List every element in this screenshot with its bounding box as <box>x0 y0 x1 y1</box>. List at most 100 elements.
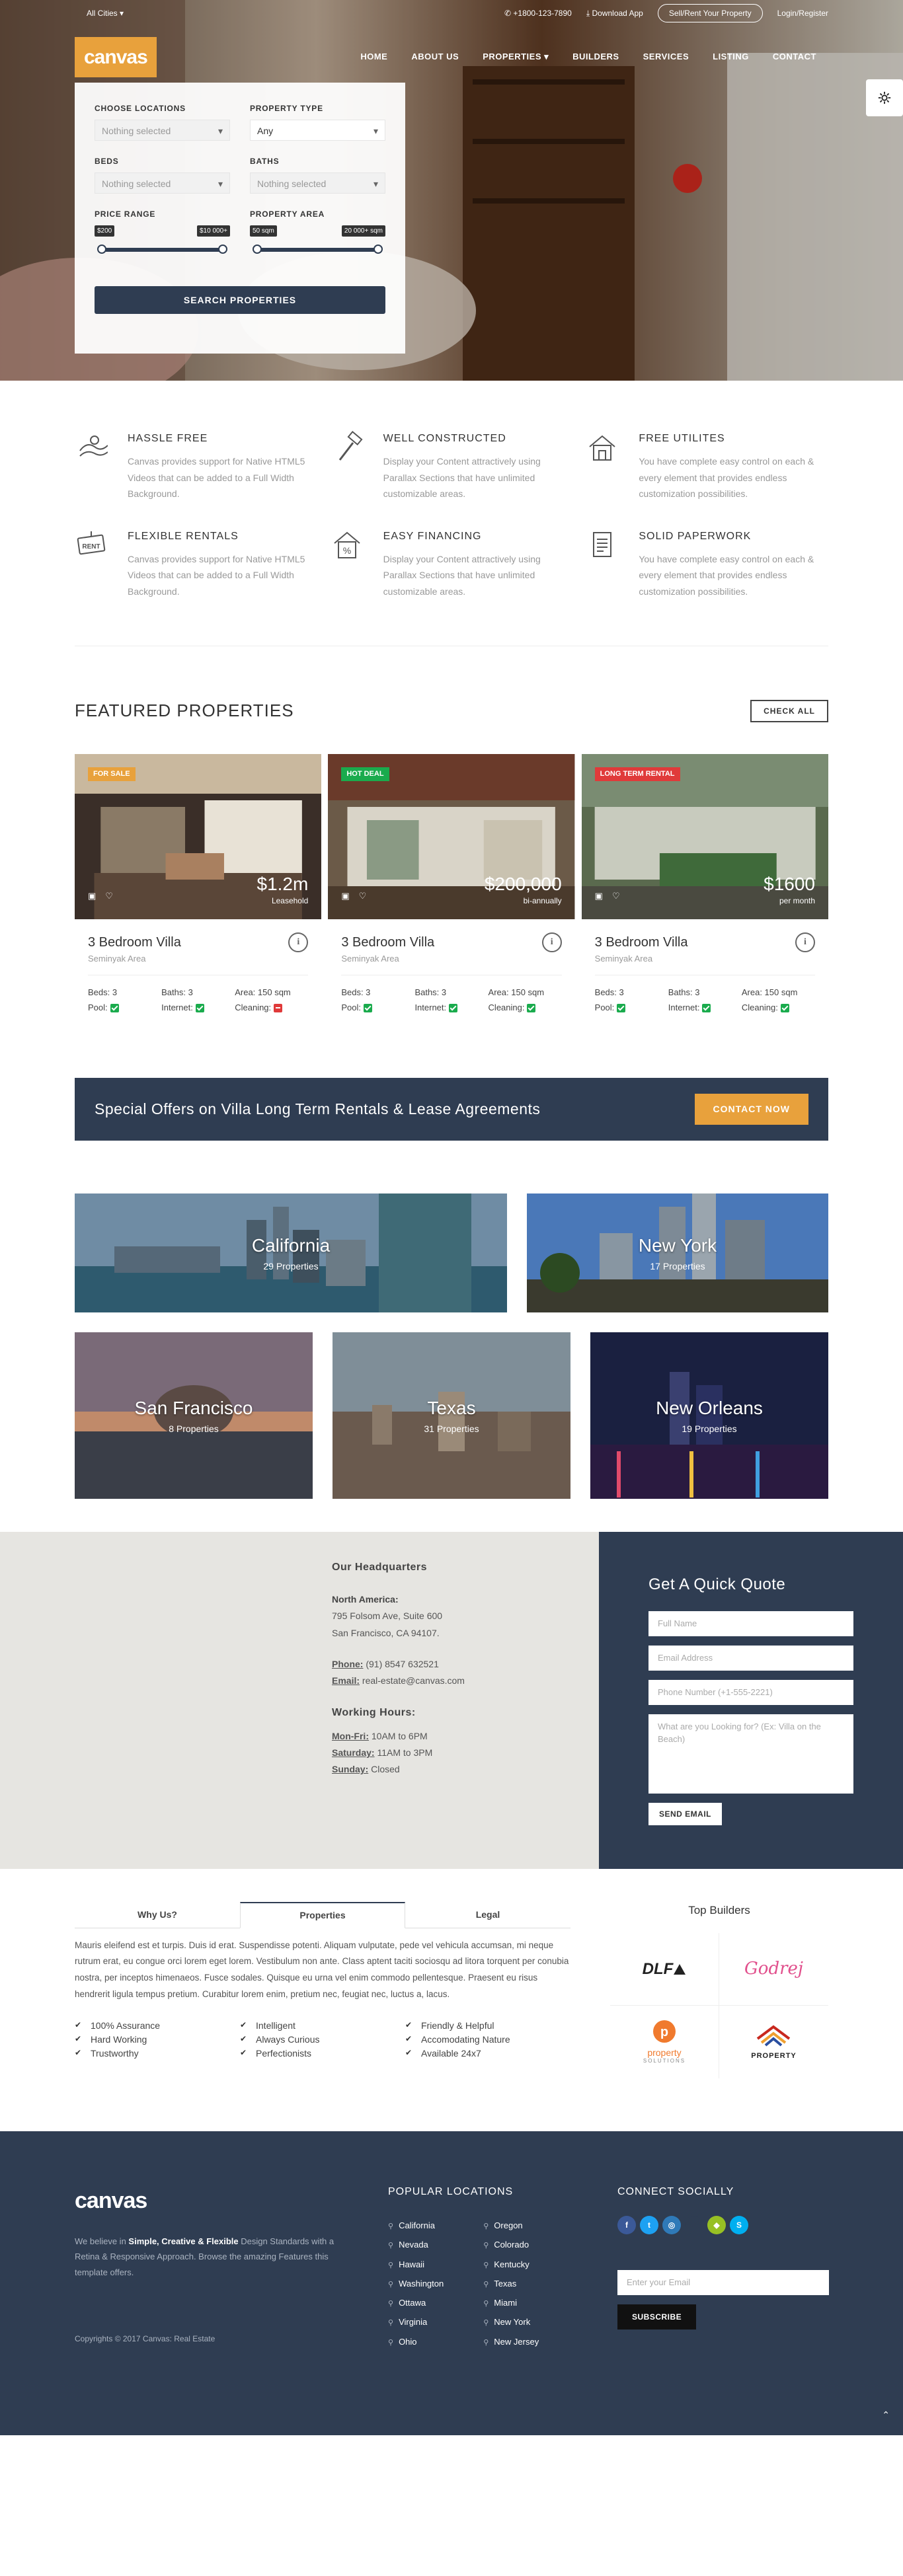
footer-location-link[interactable]: Hawaii <box>388 2255 444 2274</box>
logo[interactable]: canvas <box>75 36 157 77</box>
full-name-input[interactable]: Full Name <box>648 1610 853 1636</box>
tab-properties[interactable]: Properties <box>240 1901 405 1928</box>
property-image[interactable]: HOT DEAL ▣ ♡ $200,000 bi-annually <box>328 754 575 919</box>
login-register-link[interactable]: Login/Register <box>777 7 828 19</box>
footer-about: We believe in Simple, Creative & Flexibl… <box>75 2234 352 2280</box>
footer-location-link[interactable]: California <box>388 2216 444 2235</box>
property-image[interactable]: FOR SALE ▣ ♡ $1.2m Leasehold <box>75 754 322 919</box>
internet-check-icon <box>702 1004 711 1013</box>
footer-location-link[interactable]: Miami <box>483 2293 539 2312</box>
builder-logo-property-solutions[interactable]: p property SOLUTIONS <box>610 2006 719 2078</box>
phone-link[interactable]: ✆ +1800-123-7890 <box>504 7 572 19</box>
beds-count: Beds: 3 <box>594 987 624 997</box>
search-properties-button[interactable]: SEARCH PROPERTIES <box>95 286 385 314</box>
nav-item-about[interactable]: ABOUT US <box>399 50 471 63</box>
dribbble-icon[interactable]: ◎ <box>662 2216 681 2234</box>
facebook-icon[interactable]: f <box>617 2216 636 2234</box>
price-period: per month <box>779 896 815 905</box>
property-title[interactable]: 3 Bedroom Villa <box>595 932 815 952</box>
tab-why-us[interactable]: Why Us? <box>75 1902 240 1928</box>
nav-item-services[interactable]: SERVICES <box>631 50 701 63</box>
property-card[interactable]: HOT DEAL ▣ ♡ $200,000 bi-annually 3 Bedroo… <box>328 754 575 1014</box>
copyright: Copyrights © 2017 Canvas: Real Estate <box>75 2334 216 2344</box>
builder-logo-godrej[interactable]: Godrej <box>719 1933 828 2006</box>
property-title[interactable]: 3 Bedroom Villa <box>88 932 308 952</box>
special-offer-banner: Special Offers on Villa Long Term Rental… <box>75 1077 828 1141</box>
location-card[interactable]: Texas 31 Properties <box>333 1332 570 1499</box>
location-card[interactable]: New Orleans 19 Properties <box>590 1332 828 1499</box>
nav-item-properties[interactable]: PROPERTIES ▾ <box>471 50 561 63</box>
property-badge: HOT DEAL <box>341 767 389 781</box>
footer-location-link[interactable]: New Jersey <box>483 2332 539 2351</box>
area-max-handle[interactable] <box>373 245 383 254</box>
property-type-select[interactable]: Any <box>250 120 385 141</box>
footer-location-link[interactable]: Virginia <box>388 2312 444 2331</box>
footer-location-link[interactable]: New York <box>483 2312 539 2331</box>
download-app-link[interactable]: ⤓ Download App <box>586 7 643 19</box>
area-range-slider[interactable]: 50 sqm 20 000+ sqm <box>250 225 385 258</box>
gallery-icon[interactable]: ▣ <box>88 890 96 903</box>
nav-item-home[interactable]: HOME <box>348 50 399 63</box>
back-to-top-icon[interactable]: ⌃ <box>882 2408 890 2422</box>
heart-icon[interactable]: ♡ <box>612 890 620 903</box>
footer-logo[interactable]: canvas <box>75 2184 388 2218</box>
footer-location-link[interactable]: Texas <box>483 2274 539 2293</box>
info-icon[interactable]: i <box>541 932 562 952</box>
footer-location-link[interactable]: Kentucky <box>483 2255 539 2274</box>
nav-item-builders[interactable]: BUILDERS <box>561 50 631 63</box>
check-all-button[interactable]: CHECK ALL <box>750 699 828 722</box>
apple-icon[interactable] <box>685 2216 703 2234</box>
phone-input[interactable]: Phone Number (+1-555-2221) <box>648 1679 853 1705</box>
settings-button[interactable] <box>866 79 903 116</box>
price-range-slider[interactable]: $200 $10 000+ <box>95 225 230 258</box>
beds-select[interactable]: Nothing selected <box>95 172 230 194</box>
footer-location-link[interactable]: Oregon <box>483 2216 539 2235</box>
property-card[interactable]: LONG TERM RENTAL ▣ ♡ $1600 per month 3 Bed… <box>581 754 828 1014</box>
location-card[interactable]: California 29 Properties <box>75 1193 507 1312</box>
cities-dropdown[interactable]: All Cities ▾ <box>87 7 124 19</box>
location-card[interactable]: San Francisco 8 Properties <box>75 1332 313 1499</box>
contact-now-button[interactable]: CONTACT NOW <box>694 1093 808 1125</box>
heart-icon[interactable]: ♡ <box>105 890 113 903</box>
footer-location-link[interactable]: Colorado <box>483 2235 539 2254</box>
baths-select[interactable]: Nothing selected <box>250 172 385 194</box>
feature-text: Display your Content attractively using … <box>383 553 541 597</box>
footer-location-link[interactable]: Ohio <box>388 2332 444 2351</box>
price-min-handle[interactable] <box>97 245 106 254</box>
builder-logo-property[interactable]: PROPERTY <box>719 2006 828 2078</box>
area-size: Area: 150 sqm <box>741 987 798 997</box>
location-card[interactable]: New York 17 Properties <box>527 1193 828 1312</box>
baths-label: BATHS <box>250 157 280 166</box>
gallery-icon[interactable]: ▣ <box>341 890 349 903</box>
area-min-handle[interactable] <box>253 245 262 254</box>
hq-email[interactable]: real-estate@canvas.com <box>362 1675 465 1686</box>
gallery-icon[interactable]: ▣ <box>595 890 603 903</box>
property-image[interactable]: LONG TERM RENTAL ▣ ♡ $1600 per month <box>581 754 828 919</box>
tab-legal[interactable]: Legal <box>405 1902 570 1928</box>
footer-location-link[interactable]: Ottawa <box>388 2293 444 2312</box>
nav-item-listing[interactable]: LISTING <box>701 50 761 63</box>
email-input[interactable]: Email Address <box>648 1645 853 1671</box>
footer-location-link[interactable]: Washington <box>388 2274 444 2293</box>
property-card[interactable]: FOR SALE ▣ ♡ $1.2m Leasehold 3 Bedroom Vil… <box>75 754 322 1014</box>
android-icon[interactable]: ◆ <box>707 2216 726 2234</box>
sell-rent-button[interactable]: Sell/Rent Your Property <box>657 4 763 22</box>
property-title[interactable]: 3 Bedroom Villa <box>341 932 561 952</box>
heart-icon[interactable]: ♡ <box>359 890 367 903</box>
nav-item-contact[interactable]: CONTACT <box>761 50 828 63</box>
price-max-handle[interactable] <box>218 245 227 254</box>
cleaning-label: Cleaning: <box>235 1003 272 1012</box>
percent-house-icon: % <box>334 531 360 558</box>
locations-select[interactable]: Nothing selected <box>95 120 230 141</box>
subscribe-button[interactable]: SUBSCRIBE <box>617 2304 697 2330</box>
property-badge: LONG TERM RENTAL <box>594 767 680 781</box>
builder-logo-dlf[interactable]: DLF <box>610 1933 719 2006</box>
skype-icon[interactable]: S <box>730 2216 748 2234</box>
hq-phone[interactable]: (91) 8547 632521 <box>366 1659 439 1669</box>
info-icon[interactable]: i <box>795 932 815 952</box>
twitter-icon[interactable]: t <box>640 2216 658 2234</box>
newsletter-email-input[interactable]: Enter your Email <box>617 2270 829 2295</box>
footer-location-link[interactable]: Nevada <box>388 2235 444 2254</box>
send-email-button[interactable]: SEND EMAIL <box>648 1802 723 1825</box>
message-textarea[interactable]: What are you Looking for? (Ex: Villa on … <box>648 1714 853 1794</box>
